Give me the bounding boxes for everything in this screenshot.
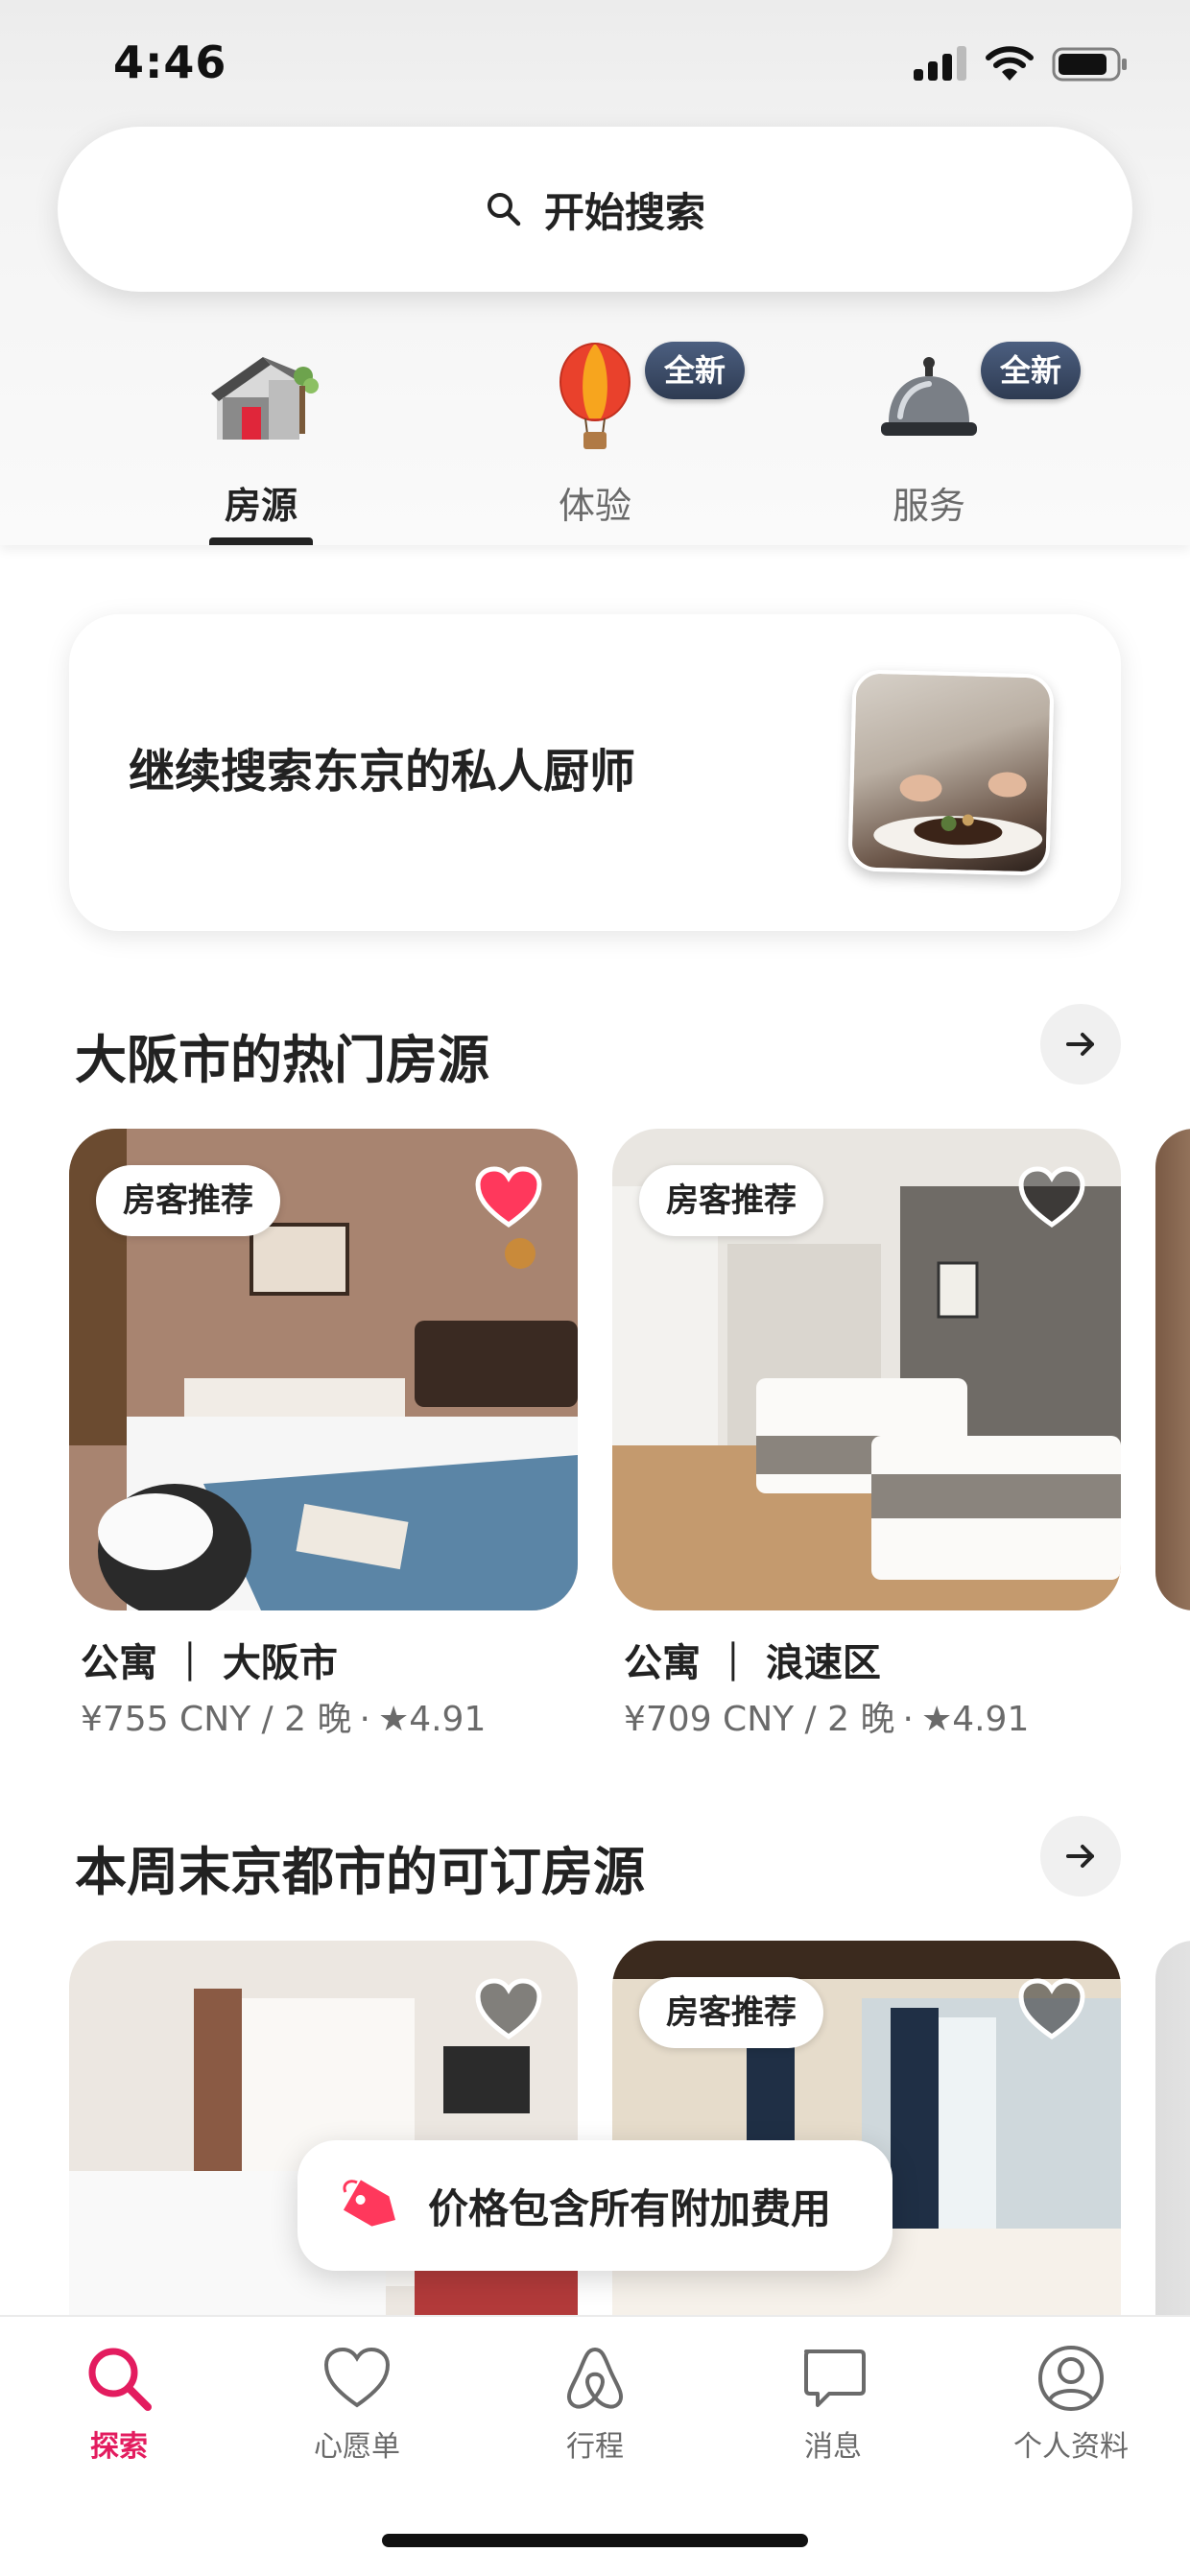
search-bar[interactable]: 开始搜索 xyxy=(58,127,1132,292)
next-listing-peek[interactable] xyxy=(1155,1941,1190,2315)
listing-rating: ★4.91 xyxy=(920,1700,1030,1739)
home-indicator xyxy=(382,2534,808,2547)
active-tab-indicator xyxy=(209,537,313,545)
new-badge-experiences: 全新 xyxy=(645,342,746,399)
nav-explore-label: 探索 xyxy=(90,2430,148,2464)
profile-icon xyxy=(1038,2346,1104,2411)
house-icon xyxy=(211,357,319,440)
listing-price: ¥709 CNY / 2 晚 xyxy=(624,1700,895,1739)
price-notice-text: 价格包含所有附加费用 xyxy=(428,2184,832,2232)
search-label: 开始搜索 xyxy=(543,188,705,236)
nav-profile-label: 个人资料 xyxy=(1013,2430,1129,2464)
search-icon xyxy=(88,2348,152,2411)
category-tabs: 房源 体验 全新 服务 全新 xyxy=(0,334,1190,545)
section-title-kyoto: 本周末京都市的可订房源 xyxy=(75,1842,645,1902)
continue-search-card[interactable]: 继续搜索东京的私人厨师 xyxy=(69,614,1121,931)
nav-wishlists-label: 心愿单 xyxy=(314,2430,400,2464)
see-all-kyoto-button[interactable] xyxy=(1040,1816,1121,1896)
status-time: 4:46 xyxy=(113,36,227,88)
status-bar: 4:46 xyxy=(0,0,1190,127)
chef-plating-photo xyxy=(847,669,1055,876)
listing-title: 公寓 ｜ 大阪市 xyxy=(81,1641,338,1685)
tab-homes-label: 房源 xyxy=(224,485,298,527)
heart-icon xyxy=(323,2347,391,2408)
airbnb-logo-icon xyxy=(567,2347,623,2409)
listing-rating: ★4.91 xyxy=(377,1700,487,1739)
nav-messages[interactable]: 消息 xyxy=(737,2342,929,2476)
listing-photo[interactable]: 房客推荐 xyxy=(612,1129,1121,1610)
next-listing-peek[interactable] xyxy=(1155,1129,1190,1610)
nav-messages-label: 消息 xyxy=(804,2430,862,2464)
service-bell-icon xyxy=(881,357,977,436)
new-badge-services: 全新 xyxy=(981,342,1082,399)
header: 4:46 开始搜索 房源 体验 全新 服务 全新 xyxy=(0,0,1190,545)
message-icon xyxy=(804,2349,866,2407)
hot-air-balloon-icon xyxy=(559,343,631,449)
nav-profile[interactable]: 个人资料 xyxy=(975,2342,1167,2476)
nav-wishlists[interactable]: 心愿单 xyxy=(261,2342,453,2476)
wishlist-heart-icon-filled[interactable] xyxy=(474,1165,543,1228)
guest-favorite-tag: 房客推荐 xyxy=(639,1977,823,2048)
arrow-right-icon xyxy=(1066,1033,1094,1056)
separator-dot: · xyxy=(359,1700,370,1739)
tab-experiences-label: 体验 xyxy=(558,485,631,527)
continue-search-text: 继续搜索东京的私人厨师 xyxy=(129,745,636,799)
nav-trips-label: 行程 xyxy=(566,2430,624,2464)
tab-services-label: 服务 xyxy=(892,485,965,527)
listing-meta: ¥755 CNY / 2 晚 · ★4.91 xyxy=(81,1691,486,1741)
search-icon xyxy=(487,193,521,227)
wifi-icon xyxy=(986,46,1034,81)
guest-favorite-tag: 房客推荐 xyxy=(96,1165,280,1236)
section-title-osaka: 大阪市的热门房源 xyxy=(75,1030,489,1090)
wishlist-heart-icon[interactable] xyxy=(1017,1165,1086,1228)
nav-explore[interactable]: 探索 xyxy=(23,2342,215,2476)
listing-meta: ¥709 CNY / 2 晚 · ★4.91 xyxy=(624,1691,1029,1741)
wishlist-heart-icon[interactable] xyxy=(1017,1977,1086,2040)
listing-title: 公寓 ｜ 浪速区 xyxy=(624,1641,881,1685)
wishlist-heart-icon[interactable] xyxy=(474,1977,543,2040)
price-notice-pill[interactable]: 价格包含所有附加费用 xyxy=(298,2140,892,2271)
nav-trips[interactable]: 行程 xyxy=(499,2342,691,2476)
arrow-right-icon xyxy=(1066,1845,1094,1868)
see-all-osaka-button[interactable] xyxy=(1040,1004,1121,1085)
cellular-signal-icon xyxy=(914,46,969,81)
listing-photo[interactable]: 房客推荐 xyxy=(69,1129,578,1610)
separator-dot: · xyxy=(902,1700,914,1739)
battery-icon xyxy=(1052,47,1127,82)
listing-price: ¥755 CNY / 2 晚 xyxy=(81,1700,352,1739)
tab-homes[interactable]: 房源 xyxy=(146,334,376,545)
osaka-listings-carousel[interactable]: 房客推荐 公寓 ｜ 大阪市 ¥755 CNY / 2 晚 · ★4.91 房客推… xyxy=(69,1129,1190,1743)
price-tag-icon xyxy=(343,2180,395,2227)
guest-favorite-tag: 房客推荐 xyxy=(639,1165,823,1236)
